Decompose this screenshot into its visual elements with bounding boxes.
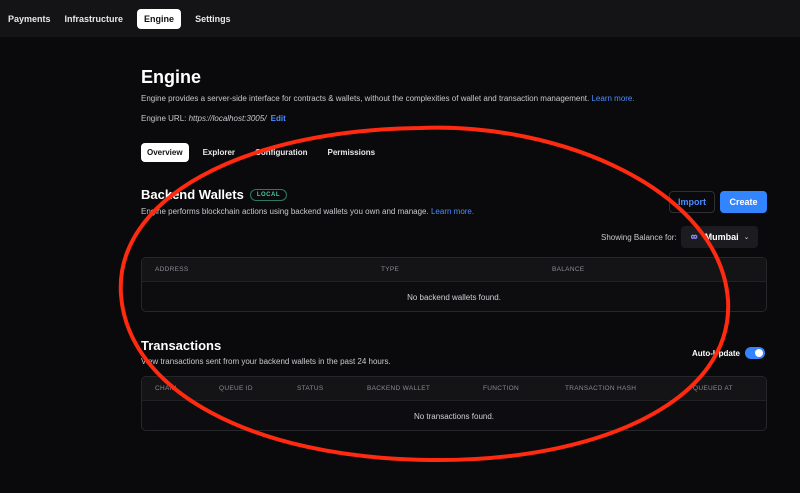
col-type: TYPE (381, 266, 400, 273)
learn-more-link[interactable]: Learn more. (591, 94, 634, 103)
chain-name: Mumbai (704, 232, 739, 242)
backend-wallets-header: Backend Wallets LOCAL (141, 187, 288, 202)
col-queued-at: QUEUED AT (693, 385, 733, 392)
auto-update-label: Auto-Update (692, 348, 740, 358)
nav-engine[interactable]: Engine (137, 8, 182, 29)
tab-overview[interactable]: Overview (141, 143, 189, 162)
balance-selector-row: Showing Balance for: Mumbai ⌄ (601, 226, 758, 248)
engine-url-value: https://localhost:3005/ (188, 114, 267, 123)
edit-url-link[interactable]: Edit (271, 114, 286, 123)
transactions-empty-message: No transactions found. (413, 412, 495, 421)
import-button[interactable]: Import (669, 191, 715, 213)
page-description: Engine provides a server-side interface … (141, 94, 635, 103)
polygon-icon (690, 234, 697, 239)
col-chain: CHAIN (155, 385, 177, 392)
wallets-empty-message: No backend wallets found. (407, 293, 501, 302)
tab-explorer[interactable]: Explorer (197, 143, 241, 162)
showing-balance-label: Showing Balance for: (601, 232, 677, 242)
page-description-text: Engine provides a server-side interface … (141, 94, 590, 103)
col-transaction-hash: TRANSACTION HASH (565, 385, 637, 392)
auto-update-control: Auto-Update (692, 347, 765, 359)
engine-tabs: Overview Explorer Configuration Permissi… (141, 143, 381, 162)
engine-url: Engine URL: https://localhost:3005/ Edit (141, 114, 286, 123)
col-balance: BALANCE (552, 266, 585, 273)
backend-wallets-table: ADDRESS TYPE BALANCE No backend wallets … (141, 257, 767, 312)
toggle-knob (755, 349, 763, 357)
nav-payments[interactable]: Payments (2, 10, 57, 28)
nav-infrastructure[interactable]: Infrastructure (59, 10, 130, 28)
backend-wallets-title: Backend Wallets (141, 187, 244, 202)
col-backend-wallet: BACKEND WALLET (367, 385, 431, 392)
tx-table-header: CHAIN QUEUE ID STATUS BACKEND WALLET FUN… (142, 377, 766, 401)
col-status: STATUS (297, 385, 324, 392)
create-button[interactable]: Create (720, 191, 767, 213)
transactions-title: Transactions (141, 338, 222, 353)
tab-configuration[interactable]: Configuration (249, 143, 313, 162)
tab-permissions[interactable]: Permissions (321, 143, 381, 162)
wallets-table-header: ADDRESS TYPE BALANCE (142, 258, 766, 282)
wallets-learn-more-link[interactable]: Learn more. (431, 207, 474, 216)
auto-update-toggle[interactable] (745, 347, 765, 359)
col-address: ADDRESS (155, 266, 189, 273)
chevron-down-icon: ⌄ (743, 234, 750, 241)
col-function: FUNCTION (483, 385, 519, 392)
transactions-description: View transactions sent from your backend… (141, 357, 391, 366)
transactions-table: CHAIN QUEUE ID STATUS BACKEND WALLET FUN… (141, 376, 767, 431)
backend-wallets-description: Engine performs blockchain actions using… (141, 207, 474, 216)
nav-settings[interactable]: Settings (189, 10, 237, 28)
col-queue-id: QUEUE ID (219, 385, 253, 392)
backend-wallets-description-text: Engine performs blockchain actions using… (141, 207, 429, 216)
local-badge: LOCAL (249, 188, 288, 201)
page-title: Engine (141, 67, 202, 87)
engine-url-label: Engine URL: (141, 114, 187, 123)
top-nav: Payments Infrastructure Engine Settings (0, 0, 800, 37)
chain-select[interactable]: Mumbai ⌄ (680, 226, 758, 248)
